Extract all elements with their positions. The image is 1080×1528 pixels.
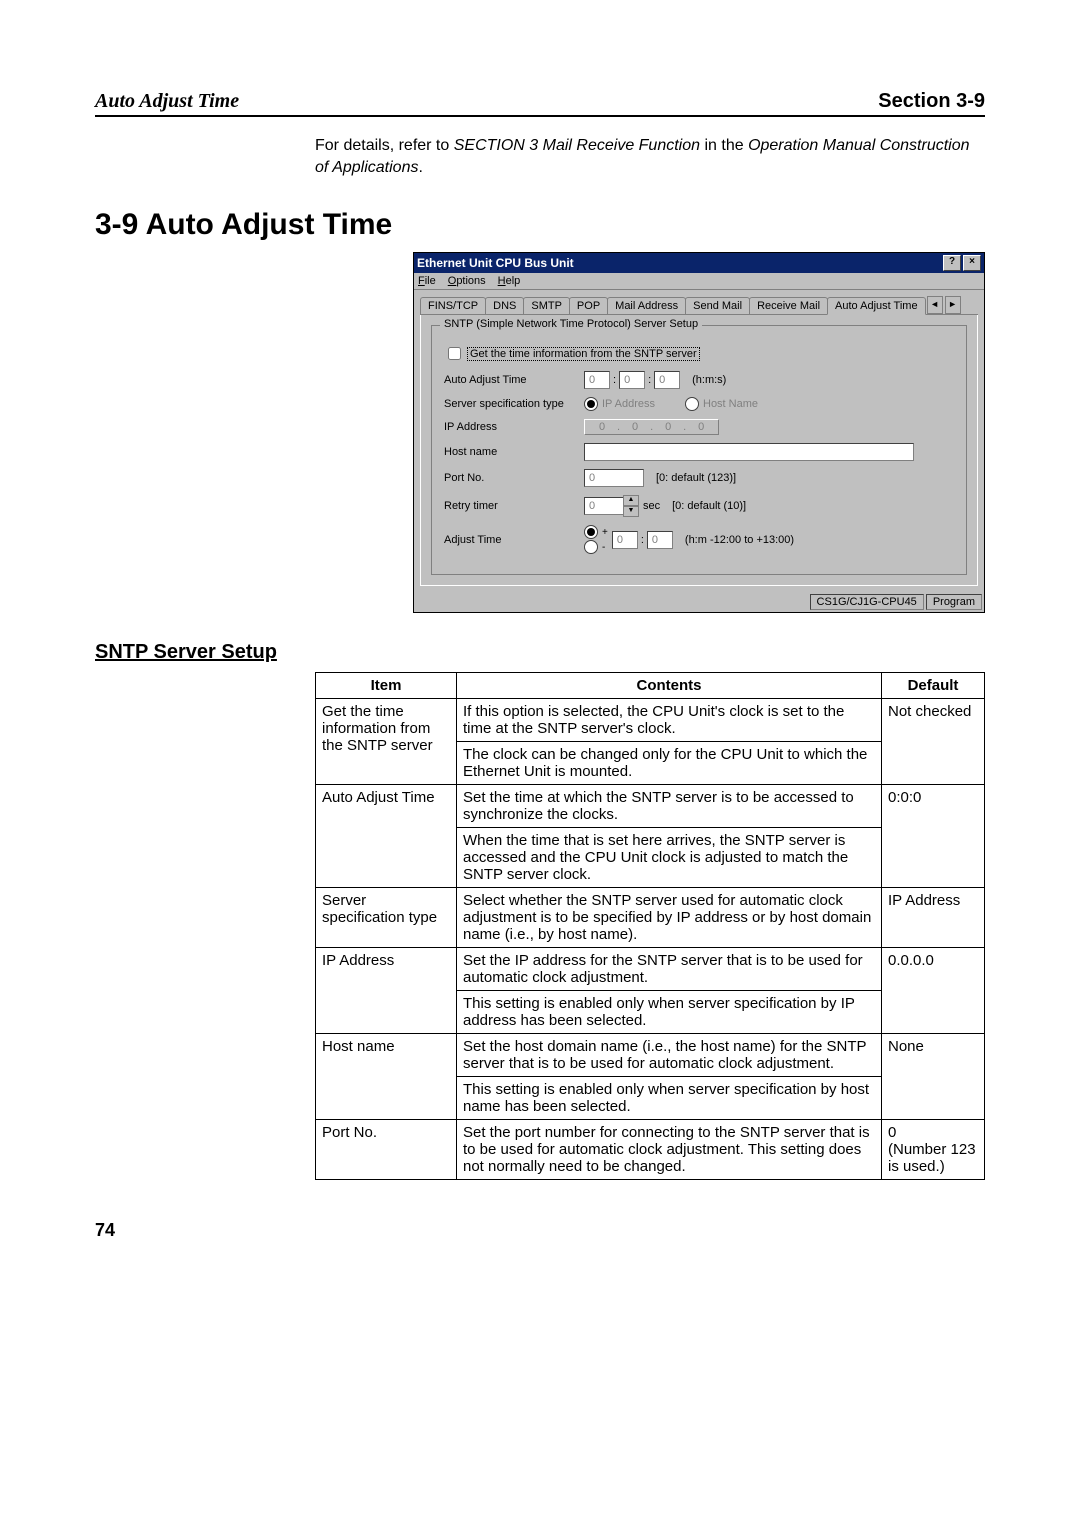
retry-spinner[interactable]: 0 ▲ ▼ (584, 495, 639, 517)
sntp-group: SNTP (Simple Network Time Protocol) Serv… (431, 325, 967, 575)
subheading: SNTP Server Setup (95, 641, 985, 664)
menu-file[interactable]: File (418, 275, 436, 287)
tab-scroll-right[interactable]: ► (945, 296, 961, 314)
status-cpu: CS1G/CJ1G-CPU45 (810, 594, 924, 610)
adjust-hour-input[interactable]: 0 (612, 531, 638, 549)
tab-receive-mail[interactable]: Receive Mail (749, 297, 828, 314)
radio-host-label: Host Name (703, 398, 758, 410)
table-row: Auto Adjust Time Set the time at which t… (316, 785, 985, 828)
page-number: 74 (95, 1220, 985, 1241)
tab-mail-address[interactable]: Mail Address (607, 297, 686, 314)
get-time-checkbox[interactable] (448, 347, 461, 360)
ip-input[interactable]: 0. 0. 0. 0 (584, 419, 719, 435)
label-host: Host name (444, 446, 584, 458)
group-legend: SNTP (Simple Network Time Protocol) Serv… (440, 318, 702, 330)
intro-paragraph: For details, refer to SECTION 3 Mail Rec… (315, 135, 985, 178)
table-row: Get the time information from the SNTP s… (316, 699, 985, 742)
header-left: Auto Adjust Time (95, 90, 239, 113)
table-row: Port No. Set the port number for connect… (316, 1120, 985, 1180)
menu-bar: File Options Help (414, 273, 984, 290)
adjust-hint: (h:m -12:00 to +13:00) (685, 534, 794, 546)
radio-host[interactable] (685, 397, 699, 411)
th-default: Default (882, 673, 985, 699)
th-contents: Contents (457, 673, 882, 699)
label-spec-type: Server specification type (444, 398, 584, 410)
sntp-setup-table: Item Contents Default Get the time infor… (315, 672, 985, 1180)
tab-scroll-left[interactable]: ◄ (927, 296, 943, 314)
tab-smtp[interactable]: SMTP (523, 297, 570, 314)
label-auto-adjust: Auto Adjust Time (444, 374, 584, 386)
retry-unit: sec (643, 500, 660, 512)
spin-up-icon[interactable]: ▲ (623, 495, 639, 506)
minute-input[interactable]: 0 (619, 371, 645, 389)
close-button[interactable]: × (963, 255, 981, 271)
hour-input[interactable]: 0 (584, 371, 610, 389)
page-header: Auto Adjust Time Section 3-9 (95, 90, 985, 117)
label-adjust: Adjust Time (444, 534, 584, 546)
help-button[interactable]: ? (943, 255, 961, 271)
status-bar: CS1G/CJ1G-CPU45 Program (414, 592, 984, 612)
table-row: IP Address Set the IP address for the SN… (316, 948, 985, 991)
header-right: Section 3-9 (878, 90, 985, 113)
table-row: Host name Set the host domain name (i.e.… (316, 1034, 985, 1077)
title-bar: Ethernet Unit CPU Bus Unit ? × (414, 253, 984, 273)
hms-hint: (h:m:s) (692, 374, 726, 386)
window-title: Ethernet Unit CPU Bus Unit (417, 256, 574, 270)
retry-hint: [0: default (10)] (672, 500, 746, 512)
adjust-min-input[interactable]: 0 (647, 531, 673, 549)
radio-plus[interactable] (584, 525, 598, 539)
dialog-window: Ethernet Unit CPU Bus Unit ? × File Opti… (413, 252, 985, 613)
hostname-input[interactable] (584, 443, 914, 461)
tab-dns[interactable]: DNS (485, 297, 524, 314)
tab-fins-tcp[interactable]: FINS/TCP (420, 297, 486, 314)
radio-ip[interactable] (584, 397, 598, 411)
tab-pop[interactable]: POP (569, 297, 608, 314)
port-input[interactable]: 0 (584, 469, 644, 487)
port-hint: [0: default (123)] (656, 472, 736, 484)
menu-options[interactable]: Options (448, 275, 486, 287)
tab-strip: FINS/TCP DNS SMTP POP Mail Address Send … (420, 296, 978, 315)
th-item: Item (316, 673, 457, 699)
radio-ip-label: IP Address (602, 398, 655, 410)
tab-auto-adjust-time[interactable]: Auto Adjust Time (827, 297, 926, 315)
menu-help[interactable]: Help (498, 275, 521, 287)
second-input[interactable]: 0 (654, 371, 680, 389)
label-ip: IP Address (444, 421, 584, 433)
table-row: Server specification type Select whether… (316, 888, 985, 948)
spin-down-icon[interactable]: ▼ (623, 506, 639, 517)
radio-minus[interactable] (584, 540, 598, 554)
get-time-label: Get the time information from the SNTP s… (467, 347, 700, 361)
label-port: Port No. (444, 472, 584, 484)
section-heading: 3-9 Auto Adjust Time (95, 208, 985, 242)
label-retry: Retry timer (444, 500, 584, 512)
status-mode: Program (926, 594, 982, 610)
tab-send-mail[interactable]: Send Mail (685, 297, 750, 314)
